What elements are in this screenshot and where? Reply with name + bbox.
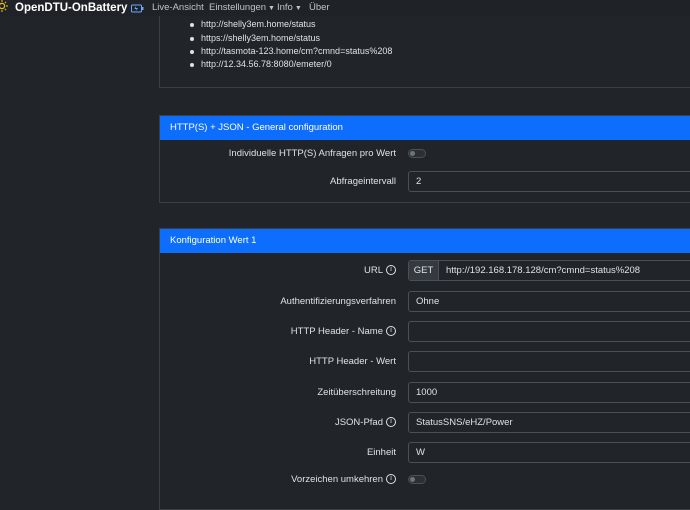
card-header: Konfiguration Wert 1 bbox=[160, 229, 690, 253]
header-name-label: HTTP Header - Name i bbox=[146, 326, 396, 337]
individual-requests-toggle[interactable] bbox=[408, 149, 426, 158]
unit-label: Einheit bbox=[366, 447, 396, 458]
info-icon[interactable]: i bbox=[386, 265, 396, 276]
header-name-input[interactable] bbox=[408, 321, 690, 342]
url-input[interactable]: http://192.168.178.128/cm?cmnd=status%20… bbox=[446, 261, 640, 280]
nav-info[interactable]: Info ▼ bbox=[277, 2, 302, 13]
url-label-text: URL bbox=[363, 265, 383, 276]
nav-settings-label: Einstellungen bbox=[209, 2, 267, 13]
timeout-input[interactable]: 1000 bbox=[408, 382, 690, 403]
timeout-label: Zeitüberschreitung bbox=[317, 387, 396, 398]
auth-select[interactable]: Ohne bbox=[408, 291, 690, 312]
info-icon[interactable]: i bbox=[386, 326, 396, 337]
caret-down-icon: ▼ bbox=[268, 5, 275, 12]
auth-label: Authentifizierungsverfahren bbox=[280, 296, 396, 307]
json-path-input[interactable]: StatusSNS/eHZ/Power bbox=[408, 412, 690, 433]
battery-icon bbox=[131, 4, 144, 12]
interval-label: Abfrageintervall bbox=[329, 176, 396, 187]
card-header: HTTP(S) + JSON - General configuration bbox=[160, 116, 690, 140]
sun-icon bbox=[0, 0, 8, 12]
example-url-item: https://shelly3em.home/status bbox=[189, 33, 321, 43]
caret-down-icon: ▼ bbox=[294, 5, 302, 12]
info-icon[interactable]: i bbox=[386, 474, 396, 485]
example-url-item: http://tasmota-123.home/cm?cmnd=status%2… bbox=[189, 46, 393, 56]
nav-about[interactable]: Über bbox=[309, 2, 330, 13]
interval-input[interactable]: 2 bbox=[408, 171, 690, 192]
invert-sign-label: Vorzeichen umkehren i bbox=[146, 474, 396, 485]
brand-name: OpenDTU-OnBattery bbox=[15, 2, 128, 14]
example-url-item: http://12.34.56.78:8080/emeter/0 bbox=[190, 59, 332, 69]
url-label: URL i bbox=[146, 265, 396, 276]
info-icon[interactable]: i bbox=[386, 417, 396, 428]
brand[interactable]: OpenDTU-OnBattery bbox=[0, 0, 144, 16]
nav-settings[interactable]: Einstellungen ▼ bbox=[209, 2, 275, 13]
example-url-item: http://shelly3em.home/status bbox=[190, 19, 316, 29]
json-path-label: JSON-Pfad i bbox=[146, 417, 396, 428]
invert-sign-label-text: Vorzeichen umkehren bbox=[291, 474, 383, 485]
navbar: OpenDTU-OnBattery Live-Ansicht Einstellu… bbox=[0, 0, 690, 16]
method-addon: GET bbox=[409, 261, 439, 280]
invert-sign-toggle[interactable] bbox=[408, 475, 426, 484]
nav-info-label: Info bbox=[277, 2, 293, 13]
header-name-label-text: HTTP Header - Name bbox=[290, 326, 383, 337]
header-value-label: HTTP Header - Wert bbox=[309, 356, 396, 367]
json-path-label-text: JSON-Pfad bbox=[334, 417, 383, 428]
unit-select[interactable]: W bbox=[408, 442, 690, 463]
url-input-group[interactable]: GET http://192.168.178.128/cm?cmnd=statu… bbox=[408, 260, 690, 281]
nav-live-view[interactable]: Live-Ansicht bbox=[152, 2, 204, 13]
individual-requests-label: Individuelle HTTP(S) Anfragen pro Wert bbox=[228, 148, 396, 159]
header-value-input[interactable] bbox=[408, 351, 690, 372]
